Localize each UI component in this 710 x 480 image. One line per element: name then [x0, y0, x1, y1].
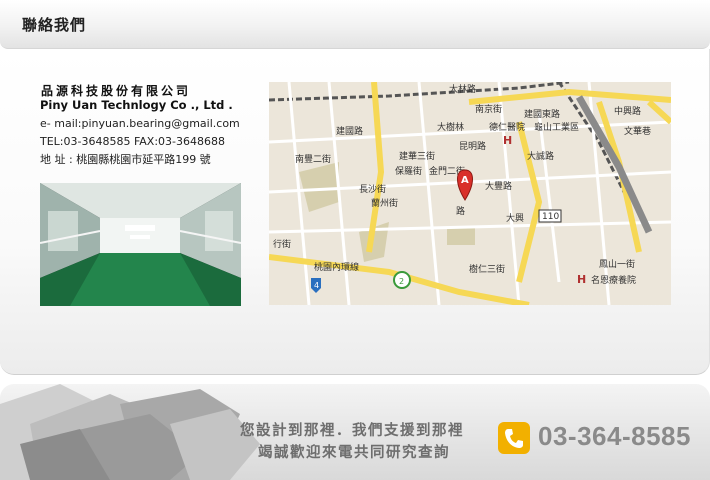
map-label-deren: 德仁醫院 — [489, 121, 525, 133]
map-label-taoyuan-ring: 桃園內環線 — [314, 261, 359, 273]
map-label-xingzheng: 行街 — [273, 238, 291, 250]
map-label-dalin: 大林路 — [449, 83, 476, 95]
phone-icon — [498, 422, 530, 454]
map-label-dacheng: 大誠路 — [527, 150, 554, 162]
factory-photo — [40, 183, 241, 306]
route-shield-4: 4 — [314, 281, 319, 290]
map-label-baoqing: 保羅街 — [395, 165, 422, 177]
map-route-110: 110 — [542, 212, 559, 222]
map-label-jianguo-e: 建國東路 — [524, 108, 560, 120]
map-label-changsha: 長沙街 — [359, 183, 386, 195]
slogan-line-1: 您設計到那裡．我們支援到那裡 — [240, 423, 464, 439]
map-marker-label: A — [461, 175, 469, 186]
route-shield-2: 2 — [399, 277, 404, 286]
map-label-kunming: 昆明路 — [459, 140, 486, 152]
map-label-jianguo: 建國路 — [336, 125, 363, 137]
company-email[interactable]: e- mail:pinyuan.bearing@gmail.com — [40, 115, 255, 133]
page-title: 聯絡我們 — [22, 16, 87, 34]
map-label-guishan: 龜山工業區 — [534, 121, 579, 133]
company-tel-fax: TEL:03-3648585 FAX:03-3648688 — [40, 135, 225, 148]
company-info: 品源科技股份有限公司 Piny Uan Technlogy Co ., Ltd … — [40, 85, 255, 169]
hospital-icon: H — [503, 134, 512, 147]
map-label-dafeng: 大豐路 — [485, 180, 512, 192]
slogan-line-2: 竭誠歡迎來電共同研究查詢 — [258, 445, 450, 461]
map-label-jianhua: 建華三街 — [399, 150, 435, 162]
map-label-fengyi: 鳳山一街 — [599, 258, 635, 270]
company-name-en: Piny Uan Technlogy Co ., Ltd . — [40, 98, 233, 112]
map-label-daxing: 大興 — [506, 212, 524, 224]
phone-number[interactable]: 03-364-8585 — [538, 421, 691, 452]
page-header: 聯絡我們 — [0, 0, 710, 49]
hospital-icon: H — [577, 273, 586, 286]
company-name-zh: 品源科技股份有限公司 — [41, 84, 192, 98]
map-label-nanfeng: 南豐二街 — [295, 153, 331, 165]
map-label-lu: 路 — [456, 205, 465, 217]
map-label-zhongxing: 中興路 — [614, 105, 641, 117]
location-map[interactable]: 大林路 南京街 建國東路 中興路 建國路 大樹林 德仁醫院 龜山工業區 文華巷 … — [269, 82, 671, 305]
company-address: 地 址 : 桃園縣桃園市延平路199 號 — [40, 153, 211, 166]
map-label-dashulin: 大樹林 — [437, 121, 464, 133]
contact-page: 聯絡我們 品源科技股份有限公司 Piny Uan Technlogy Co .,… — [0, 0, 710, 480]
decorative-graphic — [0, 384, 260, 480]
map-label-lanzhou: 蘭州街 — [371, 197, 398, 209]
map-label-shuren: 樹仁三街 — [469, 263, 505, 275]
map-label-nanjing: 南京街 — [475, 103, 502, 115]
map-label-wenhua: 文華巷 — [624, 125, 651, 137]
map-label-mingen: 名恩療養院 — [591, 274, 636, 286]
